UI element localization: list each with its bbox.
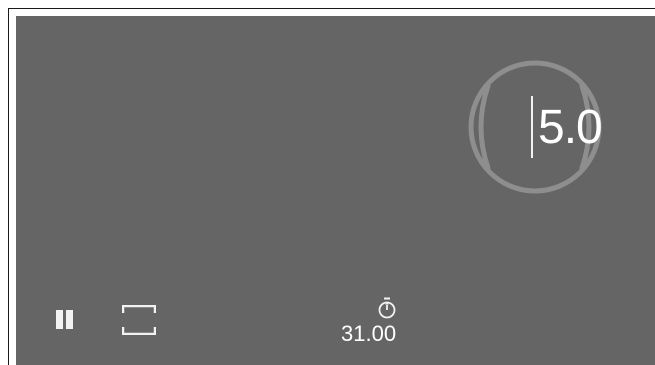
fullscreen-button[interactable] xyxy=(121,304,157,336)
stopwatch-icon xyxy=(377,297,397,319)
power-level-value: 5.0 xyxy=(538,101,603,154)
dial-cursor-indicator xyxy=(531,96,533,158)
pause-button[interactable] xyxy=(55,310,75,330)
fullscreen-icon xyxy=(121,304,157,336)
timer-value: 31.00 xyxy=(341,321,397,346)
pause-icon-bar xyxy=(66,310,73,329)
pause-icon xyxy=(56,310,63,329)
